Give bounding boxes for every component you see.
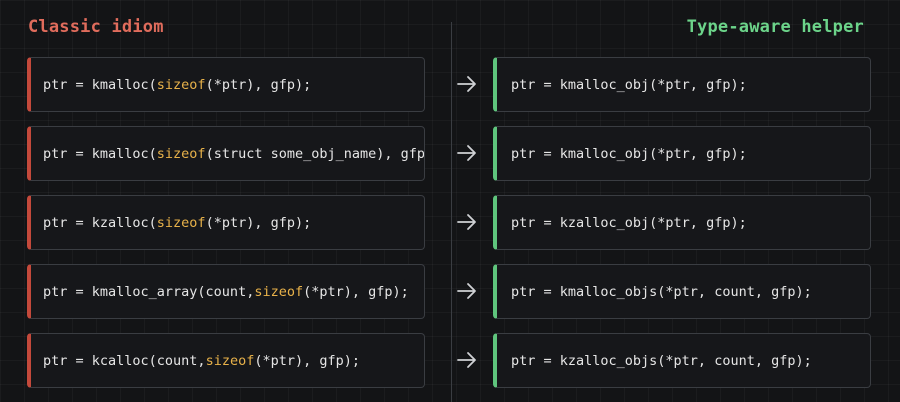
classic-code-box: ptr = kzalloc(sizeof (*ptr), gfp); bbox=[27, 195, 425, 250]
code-prefix: ptr = kmalloc( bbox=[43, 76, 157, 93]
helper-code-box: ptr = kmalloc_obj(*ptr, gfp); bbox=[493, 57, 871, 112]
type-aware-helper-heading: Type-aware helper bbox=[686, 17, 864, 37]
sizeof-keyword: sizeof bbox=[254, 283, 304, 300]
helper-code: ptr = kmalloc_obj(*ptr, gfp); bbox=[511, 76, 747, 93]
mapping-row: ptr = kmalloc(sizeof (*ptr), gfp); ptr = … bbox=[27, 57, 872, 114]
helper-code-box: ptr = kzalloc_obj(*ptr, gfp); bbox=[493, 195, 871, 250]
mapping-row: ptr = kmalloc_array(count, sizeof (*ptr),… bbox=[27, 264, 872, 321]
classic-code-box: ptr = kcalloc(count, sizeof (*ptr), gfp); bbox=[27, 333, 425, 388]
mapping-row: ptr = kzalloc(sizeof (*ptr), gfp); ptr = … bbox=[27, 195, 872, 252]
right-arrow-icon bbox=[457, 214, 476, 230]
mapping-row: ptr = kcalloc(count, sizeof (*ptr), gfp);… bbox=[27, 333, 872, 390]
code-prefix: ptr = kzalloc( bbox=[43, 214, 157, 231]
helper-code: ptr = kmalloc_objs(*ptr, count, gfp); bbox=[511, 283, 812, 300]
classic-code-box: ptr = kmalloc(sizeof (*ptr), gfp); bbox=[27, 57, 425, 112]
helper-code: ptr = kzalloc_obj(*ptr, gfp); bbox=[511, 214, 747, 231]
code-prefix: ptr = kmalloc( bbox=[43, 145, 157, 162]
sizeof-keyword: sizeof bbox=[156, 214, 206, 231]
classic-idiom-heading: Classic idiom bbox=[28, 17, 164, 37]
right-arrow-icon bbox=[457, 145, 476, 161]
sizeof-keyword: sizeof bbox=[205, 352, 255, 369]
code-suffix: (*ptr), gfp); bbox=[303, 283, 409, 300]
right-arrow-icon bbox=[457, 76, 476, 92]
code-suffix: (*ptr), gfp); bbox=[205, 214, 312, 231]
mapping-rows: ptr = kmalloc(sizeof (*ptr), gfp); ptr = … bbox=[27, 57, 872, 402]
code-prefix: ptr = kmalloc_array(count, bbox=[43, 283, 255, 300]
helper-code-box: ptr = kmalloc_obj(*ptr, gfp); bbox=[493, 126, 871, 181]
helper-code: ptr = kmalloc_obj(*ptr, gfp); bbox=[511, 145, 747, 162]
code-suffix: (*ptr), gfp); bbox=[254, 352, 361, 369]
mapping-row: ptr = kmalloc(sizeof (struct some_obj_nam… bbox=[27, 126, 872, 183]
code-prefix: ptr = kcalloc(count, bbox=[43, 352, 206, 369]
sizeof-keyword: sizeof bbox=[156, 76, 206, 93]
right-arrow-icon bbox=[457, 283, 476, 299]
right-arrow-icon bbox=[457, 352, 476, 368]
code-suffix: (*ptr), gfp); bbox=[205, 76, 312, 93]
code-suffix: (struct some_obj_name), gfp); bbox=[205, 145, 425, 162]
helper-code: ptr = kzalloc_objs(*ptr, count, gfp); bbox=[511, 352, 812, 369]
helper-code-box: ptr = kzalloc_objs(*ptr, count, gfp); bbox=[493, 333, 871, 388]
helper-code-box: ptr = kmalloc_objs(*ptr, count, gfp); bbox=[493, 264, 871, 319]
classic-code-box: ptr = kmalloc_array(count, sizeof (*ptr),… bbox=[27, 264, 425, 319]
classic-code-box: ptr = kmalloc(sizeof (struct some_obj_nam… bbox=[27, 126, 425, 181]
sizeof-keyword: sizeof bbox=[156, 145, 206, 162]
